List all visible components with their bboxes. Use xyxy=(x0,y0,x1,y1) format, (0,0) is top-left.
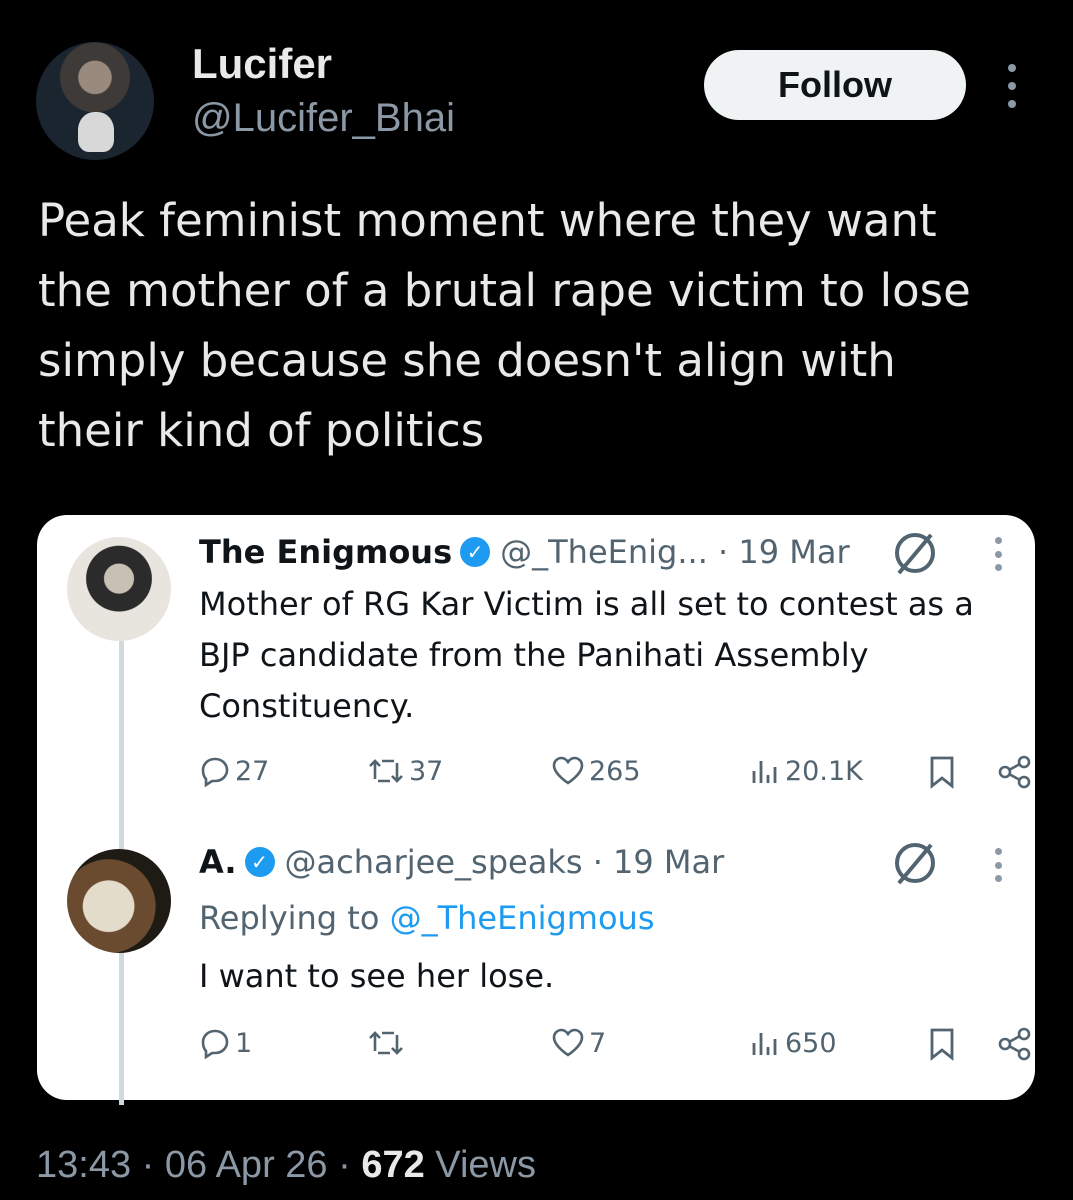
repost-icon xyxy=(367,1027,405,1059)
quote-post2-body: I want to see her lose. xyxy=(199,957,555,995)
tweet-text: Peak feminist moment where they want the… xyxy=(38,186,1048,466)
views-count: 20.1K xyxy=(785,755,863,787)
bookmark-action[interactable] xyxy=(927,755,961,789)
quote-post1-actions: 27 37 265 20.1K xyxy=(199,755,1031,795)
tweet-meta: 13:43 · 06 Apr 26 · 672 Views xyxy=(36,1144,536,1187)
quote-post2-handle-time: @acharjee_speaks · 19 Mar xyxy=(284,843,725,881)
views-action[interactable]: 650 xyxy=(749,1027,837,1059)
quote-avatar-acharjee[interactable] xyxy=(67,849,171,953)
repost-action[interactable]: 37 xyxy=(367,755,443,787)
views-action[interactable]: 20.1K xyxy=(749,755,863,787)
replying-to-link[interactable]: @_TheEnigmous xyxy=(390,899,655,937)
verified-badge-icon: ✓ xyxy=(244,847,275,877)
bookmark-action[interactable] xyxy=(927,1027,961,1061)
heart-icon xyxy=(551,1027,585,1059)
quote-post1-more-icon[interactable] xyxy=(993,537,1003,571)
quote-post1-name[interactable]: The Enigmous xyxy=(199,533,452,571)
tweet-text-line: the mother of a brutal rape victim to lo… xyxy=(38,264,971,317)
quote-post2-actions: 1 7 650 xyxy=(199,1027,1031,1067)
quote-post1-header: The Enigmous ✓ @_TheEnig... · 19 Mar xyxy=(199,533,850,571)
repost-action[interactable] xyxy=(367,1027,409,1059)
replying-to-prefix: Replying to xyxy=(199,899,390,937)
like-count: 7 xyxy=(589,1027,607,1059)
tweet-text-line: simply because she doesn't align with xyxy=(38,334,896,387)
like-action[interactable]: 265 xyxy=(551,755,641,787)
quote-post1-line: BJP candidate from the Panihati Assembly xyxy=(199,636,869,674)
views-count: 650 xyxy=(785,1027,837,1059)
verified-badge-icon: ✓ xyxy=(460,537,491,567)
share-icon xyxy=(997,1027,1033,1061)
quote-post2-header: A. ✓ @acharjee_speaks · 19 Mar xyxy=(199,843,724,881)
reply-action[interactable]: 27 xyxy=(199,755,269,787)
repost-count: 37 xyxy=(409,755,444,787)
author-name[interactable]: Lucifer xyxy=(192,40,332,88)
quote-post1-handle-time: @_TheEnig... · 19 Mar xyxy=(500,533,850,571)
quote-avatar-enigmous[interactable] xyxy=(67,537,171,641)
reply-count: 1 xyxy=(235,1027,253,1059)
analytics-icon xyxy=(749,755,781,787)
author-avatar[interactable] xyxy=(36,42,154,160)
reply-icon xyxy=(199,1027,231,1059)
tweet-text-line: Peak feminist moment where they want xyxy=(38,194,937,247)
grok-icon[interactable] xyxy=(895,533,935,573)
punisher-skull-graphic xyxy=(78,112,114,152)
share-action[interactable] xyxy=(997,1027,1037,1061)
follow-button[interactable]: Follow xyxy=(704,50,966,120)
author-handle[interactable]: @Lucifer_Bhai xyxy=(192,96,455,141)
bookmark-icon xyxy=(927,1027,957,1061)
reply-action[interactable]: 1 xyxy=(199,1027,252,1059)
quote-post1-line: Constituency. xyxy=(199,687,415,725)
like-action[interactable]: 7 xyxy=(551,1027,606,1059)
replying-to: Replying to @_TheEnigmous xyxy=(199,899,655,937)
share-action[interactable] xyxy=(997,755,1037,789)
like-count: 265 xyxy=(589,755,641,787)
heart-icon xyxy=(551,755,585,787)
tweet-timestamp[interactable]: 13:43 · 06 Apr 26 · xyxy=(36,1144,361,1186)
tweet-text-line: their kind of politics xyxy=(38,404,485,457)
reply-icon xyxy=(199,755,231,787)
repost-icon xyxy=(367,755,405,787)
reply-count: 27 xyxy=(235,755,270,787)
views-count-total: 672 xyxy=(361,1144,425,1186)
quote-post1-body: Mother of RG Kar Victim is all set to co… xyxy=(199,579,974,732)
quoted-thread-card[interactable]: The Enigmous ✓ @_TheEnig... · 19 Mar Mot… xyxy=(37,515,1035,1105)
quote-post2-more-icon[interactable] xyxy=(993,848,1003,882)
share-icon xyxy=(997,755,1033,789)
views-label: Views xyxy=(424,1144,536,1186)
analytics-icon xyxy=(749,1027,781,1059)
grok-icon[interactable] xyxy=(895,843,935,883)
quote-post2-name[interactable]: A. xyxy=(199,843,237,881)
bookmark-icon xyxy=(927,755,957,789)
more-options-icon[interactable] xyxy=(1000,64,1024,108)
quote-post1-line: Mother of RG Kar Victim is all set to co… xyxy=(199,585,974,623)
